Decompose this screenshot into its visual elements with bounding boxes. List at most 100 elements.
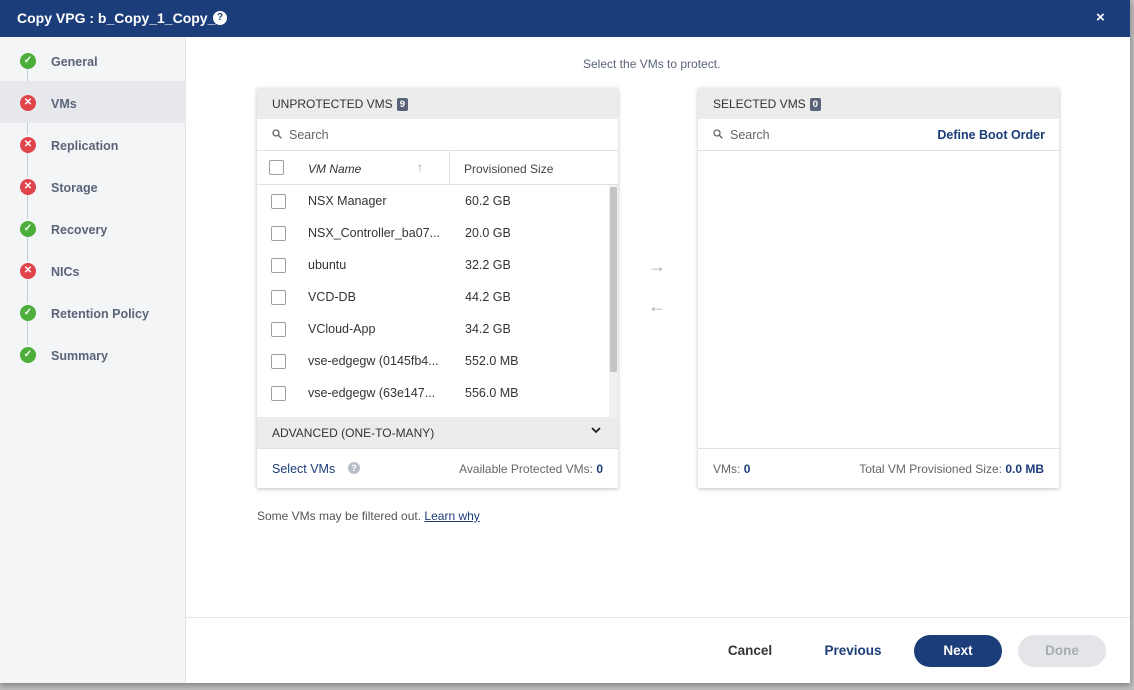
step-vms[interactable]: ✕ VMs <box>0 81 186 123</box>
panel-header: UNPROTECTED VMS 9 <box>257 88 618 119</box>
table-row[interactable]: vse-edgegw (63e147... 556.0 MB <box>257 377 609 409</box>
step-recovery[interactable]: ✓ Recovery <box>0 207 186 249</box>
dialog-title: Copy VPG : b_Copy_1_Copy_1 <box>17 10 224 26</box>
selected-vms-count: VMs: 0 <box>713 462 750 476</box>
table-row[interactable]: NSX_Controller_ba07... 20.0 GB <box>257 217 609 249</box>
previous-button[interactable]: Previous <box>813 635 893 667</box>
step-nics[interactable]: ✕ NICs <box>0 249 186 291</box>
column-header-provisioned-size[interactable]: Provisioned Size <box>464 162 553 176</box>
vm-name: VCloud-App <box>308 322 376 336</box>
vm-size: 32.2 GB <box>465 258 511 272</box>
step-label: Summary <box>51 349 108 363</box>
define-boot-order-link[interactable]: Define Boot Order <box>937 128 1045 142</box>
column-header-vm-name[interactable]: VM Name <box>308 162 361 176</box>
wizard-footer: Cancel Previous Next Done <box>186 617 1130 683</box>
vm-size: 556.0 MB <box>465 386 519 400</box>
vm-size: 552.0 MB <box>465 354 519 368</box>
check-circle-icon: ✓ <box>20 53 36 69</box>
available-label: Available Protected VMs: <box>459 462 593 476</box>
copy-vpg-dialog: Copy VPG : b_Copy_1_Copy_1 ? × ✓ General… <box>0 0 1130 683</box>
filtered-note: Some VMs may be filtered out. Learn why <box>257 509 480 523</box>
cancel-button[interactable]: Cancel <box>713 635 787 667</box>
step-summary[interactable]: ✓ Summary <box>0 333 186 375</box>
count-badge: 9 <box>396 98 408 111</box>
vm-name: NSX Manager <box>308 194 387 208</box>
instruction-text: Select the VMs to protect. <box>583 57 721 71</box>
panel-footer: VMs: 0 Total VM Provisioned Size: 0.0 MB <box>698 448 1059 488</box>
check-circle-icon: ✓ <box>20 347 36 363</box>
panel-title: SELECTED VMS 0 <box>713 97 821 111</box>
advanced-label: ADVANCED (ONE-TO-MANY) <box>272 426 435 440</box>
search-input[interactable] <box>730 126 930 144</box>
filtered-note-text: Some VMs may be filtered out. <box>257 509 422 523</box>
scrollbar-thumb[interactable] <box>610 187 617 372</box>
total-label: Total VM Provisioned Size: <box>859 462 1002 476</box>
vm-list-scrollbar[interactable] <box>609 185 618 417</box>
advanced-one-to-many-toggle[interactable]: ADVANCED (ONE-TO-MANY) <box>257 417 618 448</box>
row-checkbox[interactable] <box>271 226 286 241</box>
done-button[interactable]: Done <box>1018 635 1106 667</box>
question-circle-icon[interactable]: ? <box>213 11 227 25</box>
remove-from-selected-arrow-icon[interactable]: ← <box>648 296 666 317</box>
add-to-selected-arrow-icon[interactable]: → <box>648 256 666 277</box>
table-row[interactable]: VCloud-App 34.2 GB <box>257 313 609 345</box>
total-provisioned-size: Total VM Provisioned Size: 0.0 MB <box>859 462 1044 476</box>
wizard-steps-sidebar: ✓ General ✕ VMs ✕ Replication ✕ Storage … <box>0 37 186 683</box>
error-circle-icon: ✕ <box>20 95 36 111</box>
search-row: Define Boot Order <box>698 119 1059 151</box>
unprotected-vms-panel: UNPROTECTED VMS9 VM Name ↑ Provisioned S… <box>257 88 618 488</box>
vm-name: vse-edgegw (0145fb4... <box>308 354 439 368</box>
panel-title-text: SELECTED VMS <box>713 97 806 111</box>
row-checkbox[interactable] <box>271 322 286 337</box>
step-label: Recovery <box>51 223 108 237</box>
check-circle-icon: ✓ <box>20 221 36 237</box>
row-checkbox[interactable] <box>271 258 286 273</box>
step-label: Replication <box>51 139 119 153</box>
available-protected-vms: Available Protected VMs: 0 <box>459 462 603 476</box>
count-badge: 0 <box>809 98 821 111</box>
panel-title-text: UNPROTECTED VMS <box>272 97 393 111</box>
dialog-titlebar: Copy VPG : b_Copy_1_Copy_1 ? × <box>0 0 1130 37</box>
table-row[interactable]: NSX Manager 60.2 GB <box>257 185 609 217</box>
next-button[interactable]: Next <box>914 635 1002 667</box>
step-label: NICs <box>51 265 80 279</box>
step-retention-policy[interactable]: ✓ Retention Policy <box>0 291 186 333</box>
vm-name: ubuntu <box>308 258 347 272</box>
panel-title: UNPROTECTED VMS 9 <box>272 97 408 111</box>
table-header: VM Name ↑ Provisioned Size <box>257 151 618 185</box>
search-input[interactable] <box>289 126 489 144</box>
step-general[interactable]: ✓ General <box>0 39 186 81</box>
sort-ascending-icon[interactable]: ↑ <box>417 160 423 174</box>
vm-name: VCD-DB <box>308 290 356 304</box>
learn-why-link[interactable]: Learn why <box>424 509 479 523</box>
total-value: 0.0 MB <box>1005 462 1044 476</box>
available-value: 0 <box>596 462 603 476</box>
vms-value: 0 <box>743 462 751 476</box>
vms-label: VMs: <box>713 462 741 476</box>
vm-size: 34.2 GB <box>465 322 511 336</box>
table-row[interactable]: vse-edgegw (0145fb4... 552.0 MB <box>257 345 609 377</box>
search-icon <box>713 129 723 139</box>
row-checkbox[interactable] <box>271 194 286 209</box>
error-circle-icon: ✕ <box>20 179 36 195</box>
table-row[interactable]: VCD-DB 44.2 GB <box>257 281 609 313</box>
vm-name: vse-edgegw (63e147... <box>308 386 436 400</box>
search-row <box>257 119 618 151</box>
select-all-checkbox[interactable] <box>269 160 284 175</box>
step-storage[interactable]: ✕ Storage <box>0 165 186 207</box>
row-checkbox[interactable] <box>271 354 286 369</box>
step-replication[interactable]: ✕ Replication <box>0 123 186 165</box>
error-circle-icon: ✕ <box>20 263 36 279</box>
select-vms-link[interactable]: Select VMs <box>272 462 335 476</box>
panel-footer: Select VMs ? Available Protected VMs: 0 <box>257 448 618 488</box>
question-circle-icon[interactable]: ? <box>348 462 360 474</box>
table-row[interactable]: ubuntu 32.2 GB <box>257 249 609 281</box>
step-label: Storage <box>51 181 98 195</box>
row-checkbox[interactable] <box>271 290 286 305</box>
vm-size: 60.2 GB <box>465 194 511 208</box>
column-divider <box>449 151 450 185</box>
close-icon[interactable]: × <box>1096 9 1105 26</box>
search-icon <box>272 129 282 139</box>
row-checkbox[interactable] <box>271 386 286 401</box>
panel-header: SELECTED VMS 0 <box>698 88 1059 119</box>
